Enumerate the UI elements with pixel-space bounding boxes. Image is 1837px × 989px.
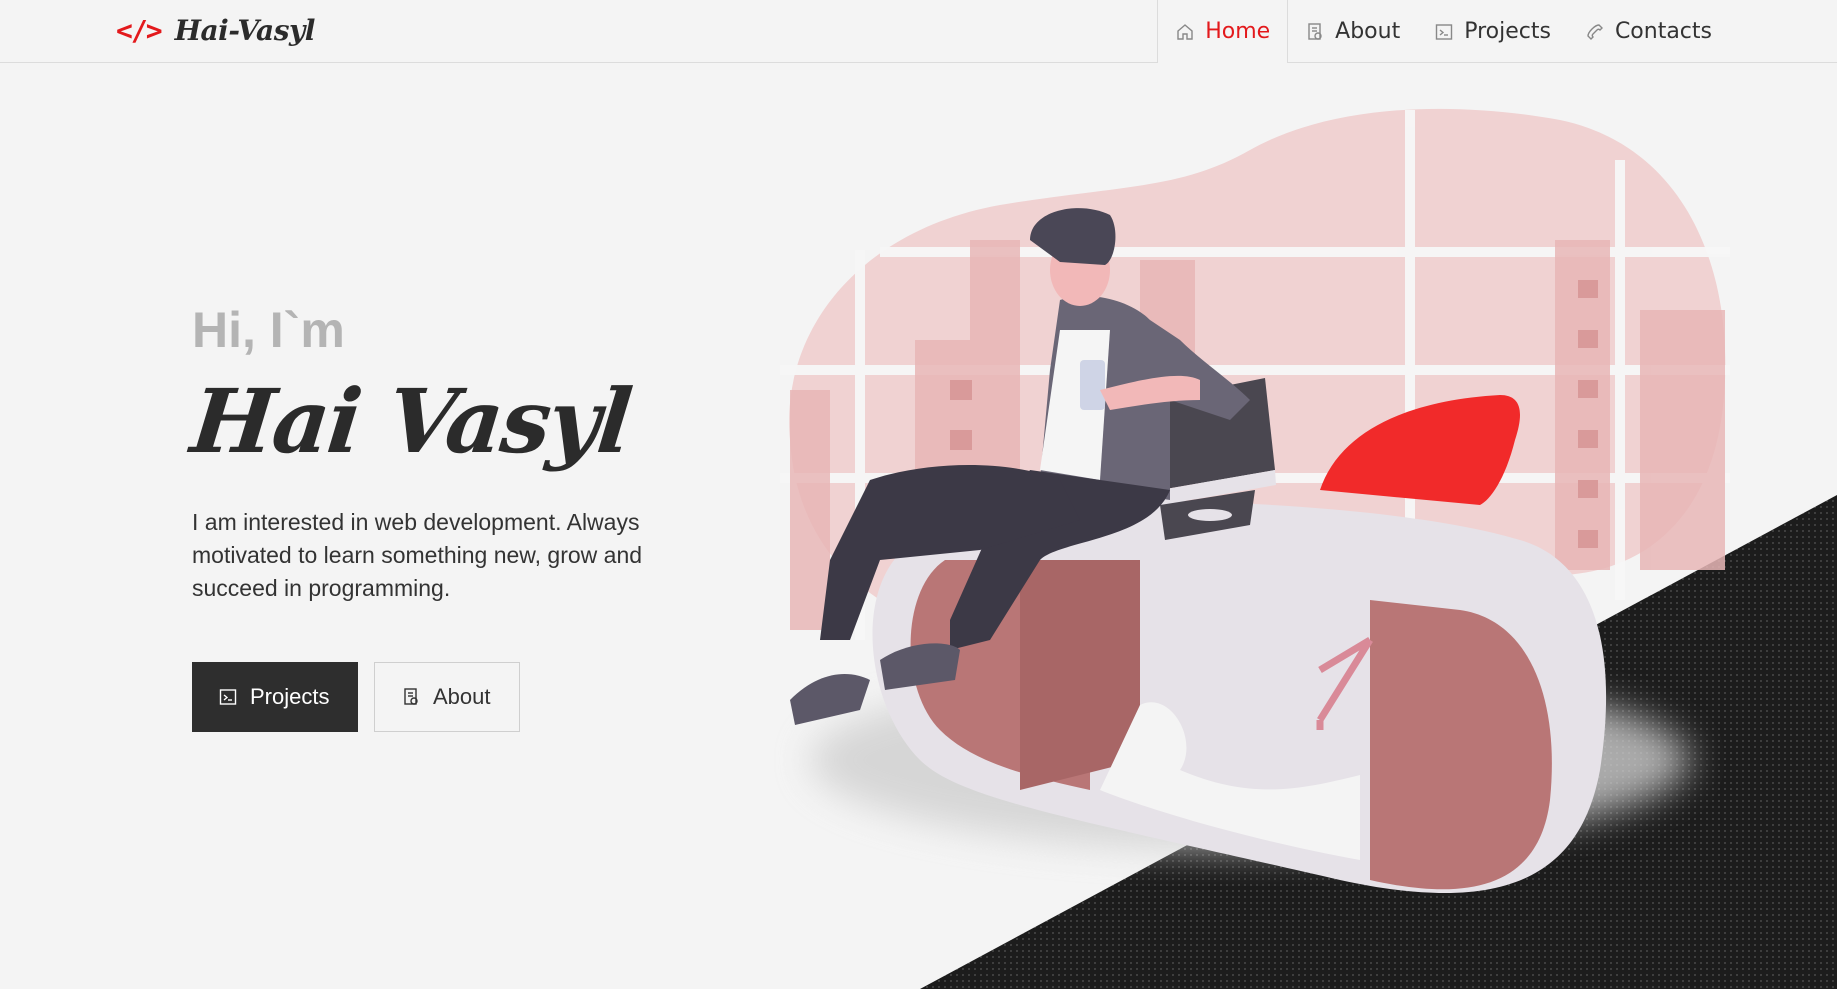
logo[interactable]: </> Hai-Vasyl	[116, 14, 315, 47]
pink-blob	[789, 108, 1726, 644]
hero-description: I am interested in web development. Alwa…	[192, 509, 643, 601]
nav-label-home: Home	[1205, 19, 1271, 44]
nav-label-projects: Projects	[1464, 19, 1551, 44]
nav-item-contacts[interactable]: Contacts	[1568, 0, 1837, 63]
document-icon	[401, 687, 421, 707]
hero-section: Hi, I`m Hai Vasyl I am interested in web…	[187, 300, 752, 732]
terminal-icon	[218, 687, 238, 707]
logo-text: Hai-Vasyl	[174, 14, 316, 47]
main-nav: Home About Projects Contacts	[1157, 0, 1837, 63]
hero-name: Hai Vasyl	[186, 369, 636, 473]
nav-item-home[interactable]: Home	[1157, 0, 1289, 63]
person-illustration	[790, 208, 1250, 725]
home-icon	[1175, 22, 1195, 42]
page: </> Hai-Vasyl Home About Projects Contac…	[0, 0, 1837, 989]
monitor	[1155, 378, 1275, 490]
desk	[872, 500, 1607, 894]
phone-icon	[1585, 22, 1605, 42]
document-icon	[1305, 22, 1325, 42]
code-brackets-icon: </>	[116, 14, 163, 47]
site-header: </> Hai-Vasyl Home About Projects Contac…	[0, 0, 1837, 63]
nav-item-projects[interactable]: Projects	[1417, 0, 1568, 63]
nav-item-about[interactable]: About	[1288, 0, 1417, 63]
projects-button[interactable]: Projects	[192, 662, 358, 732]
terminal-icon	[1434, 22, 1454, 42]
about-button-label: About	[433, 684, 491, 709]
nav-label-contacts: Contacts	[1614, 19, 1712, 44]
red-chair	[1320, 395, 1520, 505]
dark-diagonal-shape	[920, 495, 1837, 989]
nav-label-about: About	[1335, 19, 1401, 44]
projects-button-label: Projects	[250, 684, 330, 709]
about-button[interactable]: About	[374, 662, 520, 732]
greeting: Hi, I`m	[192, 302, 345, 358]
hero-buttons: Projects About	[192, 662, 752, 732]
